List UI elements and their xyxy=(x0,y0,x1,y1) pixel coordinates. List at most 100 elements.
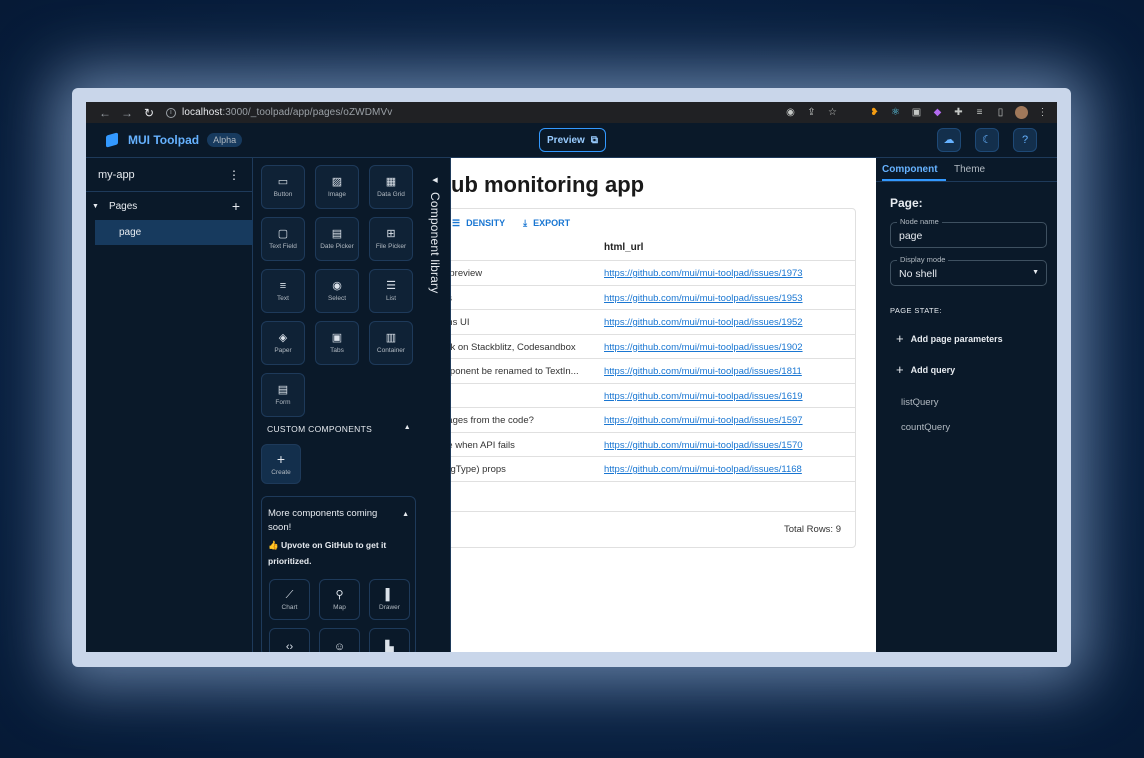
media-queue-icon[interactable]: ≡ xyxy=(973,106,986,119)
grid-toolbar: ☰ DENSITY ⤓ EXPORT xyxy=(451,209,855,237)
cell-html-url-link[interactable]: https://github.com/mui/mui-toolpad/issue… xyxy=(604,268,817,279)
add-query-button[interactable]: + Add query xyxy=(896,362,1057,377)
component-tile[interactable]: ▢ Text Field xyxy=(261,217,305,261)
coming-soon-tile[interactable]: ▌ Drawer xyxy=(369,579,410,620)
table-row[interactable]: y preview https://github.com/mui/mui-tool… xyxy=(451,261,855,286)
alpha-badge: Alpha xyxy=(207,133,243,147)
component-tile[interactable]: ▣ Tabs xyxy=(315,321,359,365)
component-tile[interactable]: ◉ Select xyxy=(315,269,359,313)
page-state-label: PAGE STATE: xyxy=(890,306,942,315)
component-tile[interactable]: ▭ Button xyxy=(261,165,305,209)
puzzle-icon[interactable]: ✚ xyxy=(952,106,965,119)
pages-row[interactable]: ▼ Pages + xyxy=(86,192,252,220)
coming-soon-tile[interactable]: ⚲ Map xyxy=(319,579,360,620)
table-row[interactable]: mponent be renamed to TextIn... https://g… xyxy=(451,359,855,384)
extension-purple-icon[interactable]: ◆ xyxy=(931,106,944,119)
help-icon[interactable]: ? xyxy=(1013,128,1037,152)
table-row[interactable]: pages from the code? https://github.com/m… xyxy=(451,408,855,433)
eye-icon[interactable]: ◉ xyxy=(784,106,797,119)
cell-title: y preview xyxy=(451,268,483,279)
cell-html-url-link[interactable]: https://github.com/mui/mui-toolpad/issue… xyxy=(604,464,817,475)
cell-html-url-link[interactable]: https://github.com/mui/mui-toolpad/issue… xyxy=(604,391,817,402)
add-page-icon[interactable]: + xyxy=(232,198,240,214)
extension-flame-icon[interactable]: ❥ xyxy=(868,106,881,119)
profile-avatar[interactable] xyxy=(1015,106,1028,119)
header-actions: ☁ ☾ ? xyxy=(937,128,1037,152)
data-grid[interactable]: ☰ DENSITY ⤓ EXPORT html_url y preview htt… xyxy=(451,208,856,548)
table-row[interactable]: ons UI https://github.com/mui/mui-toolpad… xyxy=(451,310,855,335)
add-page-parameters-button[interactable]: + Add page parameters xyxy=(896,331,1057,346)
export-button[interactable]: ⤓ EXPORT xyxy=(523,218,570,229)
component-library: ▭ Button ▨ Image ▦ Data Grid ▢ Text Field ▤ Date … xyxy=(254,158,451,652)
table-row[interactable]: ge when API fails https://github.com/mui/… xyxy=(451,433,855,457)
forward-arrow-icon[interactable]: → xyxy=(116,106,138,120)
toolpad-header: MUI Toolpad Alpha Preview ⧉ ☁ ☾ ? xyxy=(86,123,1057,158)
cloud-icon[interactable]: ☁ xyxy=(937,128,961,152)
component-tile[interactable]: ▥ Container xyxy=(369,321,413,365)
component-tile[interactable]: ▤ Form xyxy=(261,373,305,417)
cell-html-url-link[interactable]: https://github.com/mui/mui-toolpad/issue… xyxy=(604,440,817,451)
density-button[interactable]: ☰ DENSITY xyxy=(452,218,505,229)
dark-mode-icon[interactable]: ☾ xyxy=(975,128,999,152)
share-icon[interactable]: ⇪ xyxy=(805,106,818,119)
image-icon: ▨ xyxy=(331,176,343,188)
coming-soon-tile[interactable]: ▙ xyxy=(369,628,410,652)
table-row[interactable]: ork on Stackblitz, Codesandbox https://gi… xyxy=(451,335,855,359)
density-label: DENSITY xyxy=(466,218,506,228)
table-row[interactable]: argType) props https://github.com/mui/mui… xyxy=(451,457,855,482)
node-name-field[interactable]: Node name page xyxy=(890,217,1047,248)
cell-html-url-link[interactable]: https://github.com/mui/mui-toolpad/issue… xyxy=(604,293,817,304)
component-tile[interactable]: ◈ Paper xyxy=(261,321,305,365)
upvote-text[interactable]: 👍 Upvote on GitHub to get it prioritized… xyxy=(268,537,403,569)
component-tile[interactable]: ▤ Date Picker xyxy=(315,217,359,261)
coming-soon-tile[interactable]: ‹› xyxy=(269,628,310,652)
cell-html-url-link[interactable]: https://github.com/mui/mui-toolpad/issue… xyxy=(604,366,817,377)
component-tile[interactable]: ▦ Data Grid xyxy=(369,165,413,209)
caret-down-icon[interactable]: ▼ xyxy=(92,203,99,210)
app-name: my-app xyxy=(98,168,135,181)
tab-theme[interactable]: Theme xyxy=(950,158,989,181)
table-row[interactable]: ghttps://github.com/mui/mui-toolpad/issu… xyxy=(451,384,855,408)
react-devtools-icon[interactable]: ⚛ xyxy=(889,106,902,119)
side-panel-icon[interactable]: ▯ xyxy=(994,106,1007,119)
extension-search-icon[interactable]: ▣ xyxy=(910,106,923,119)
collapse-left-icon[interactable]: ◀ xyxy=(428,176,442,184)
cell-html-url-link[interactable]: https://github.com/mui/mui-toolpad/issue… xyxy=(604,317,817,328)
coming-soon-tile[interactable]: ⟋ Chart xyxy=(269,579,310,620)
page-canvas[interactable]: ub monitoring app ☰ DENSITY ⤓ EXPORT htm… xyxy=(451,158,876,652)
table-row[interactable]: ns https://github.com/mui/mui-toolpad/iss… xyxy=(451,286,855,310)
sidebar-item-page[interactable]: page xyxy=(95,220,253,245)
component-label: Date Picker xyxy=(320,243,354,250)
query-item-list[interactable]: listQuery xyxy=(901,397,1057,408)
star-icon[interactable]: ☆ xyxy=(826,106,839,119)
component-tile[interactable]: ⊞ File Picker xyxy=(369,217,413,261)
collapse-icon[interactable]: ▲ xyxy=(404,424,411,434)
data-grid-icon: ▦ xyxy=(385,176,397,188)
component-tile[interactable]: ☰ List xyxy=(369,269,413,313)
collapse-more-icon[interactable]: ▲ xyxy=(402,511,409,518)
brand-name[interactable]: MUI Toolpad xyxy=(128,133,199,147)
address-bar[interactable]: i localhost:3000/_toolpad/app/pages/oZWD… xyxy=(166,107,392,118)
create-component-button[interactable]: + Create xyxy=(261,444,301,484)
component-tile[interactable]: ▨ Image xyxy=(315,165,359,209)
back-arrow-icon[interactable]: ← xyxy=(94,106,116,120)
tab-component[interactable]: Component xyxy=(882,158,946,181)
query-item-count[interactable]: countQuery xyxy=(901,422,1057,433)
display-mode-select[interactable]: Display mode No shell ▼ xyxy=(890,255,1047,286)
cell-html-url-link[interactable]: https://github.com/mui/mui-toolpad/issue… xyxy=(604,342,817,353)
menu-dots-icon[interactable]: ⋮ xyxy=(1036,106,1049,119)
component-label: List xyxy=(385,295,397,302)
app-menu-icon[interactable]: ⋮ xyxy=(228,168,240,182)
preview-button[interactable]: Preview ⧉ xyxy=(539,128,606,152)
coming-soon-tile[interactable]: ☺ xyxy=(319,628,360,652)
page-title[interactable]: ub monitoring app xyxy=(451,172,644,198)
custom-components-header[interactable]: CUSTOM COMPONENTS ▲ xyxy=(267,424,411,434)
component-tile[interactable]: ≡ Text xyxy=(261,269,305,313)
cell-html-url-link[interactable]: https://github.com/mui/mui-toolpad/issue… xyxy=(604,415,817,426)
reload-icon[interactable]: ↻ xyxy=(138,106,160,120)
column-header-html-url[interactable]: html_url xyxy=(604,242,643,253)
component-library-tab[interactable]: ◀ Component library xyxy=(428,176,442,316)
component-label: Paper xyxy=(274,347,292,354)
component-label: File Picker xyxy=(375,243,407,250)
site-info-icon[interactable]: i xyxy=(166,107,176,118)
